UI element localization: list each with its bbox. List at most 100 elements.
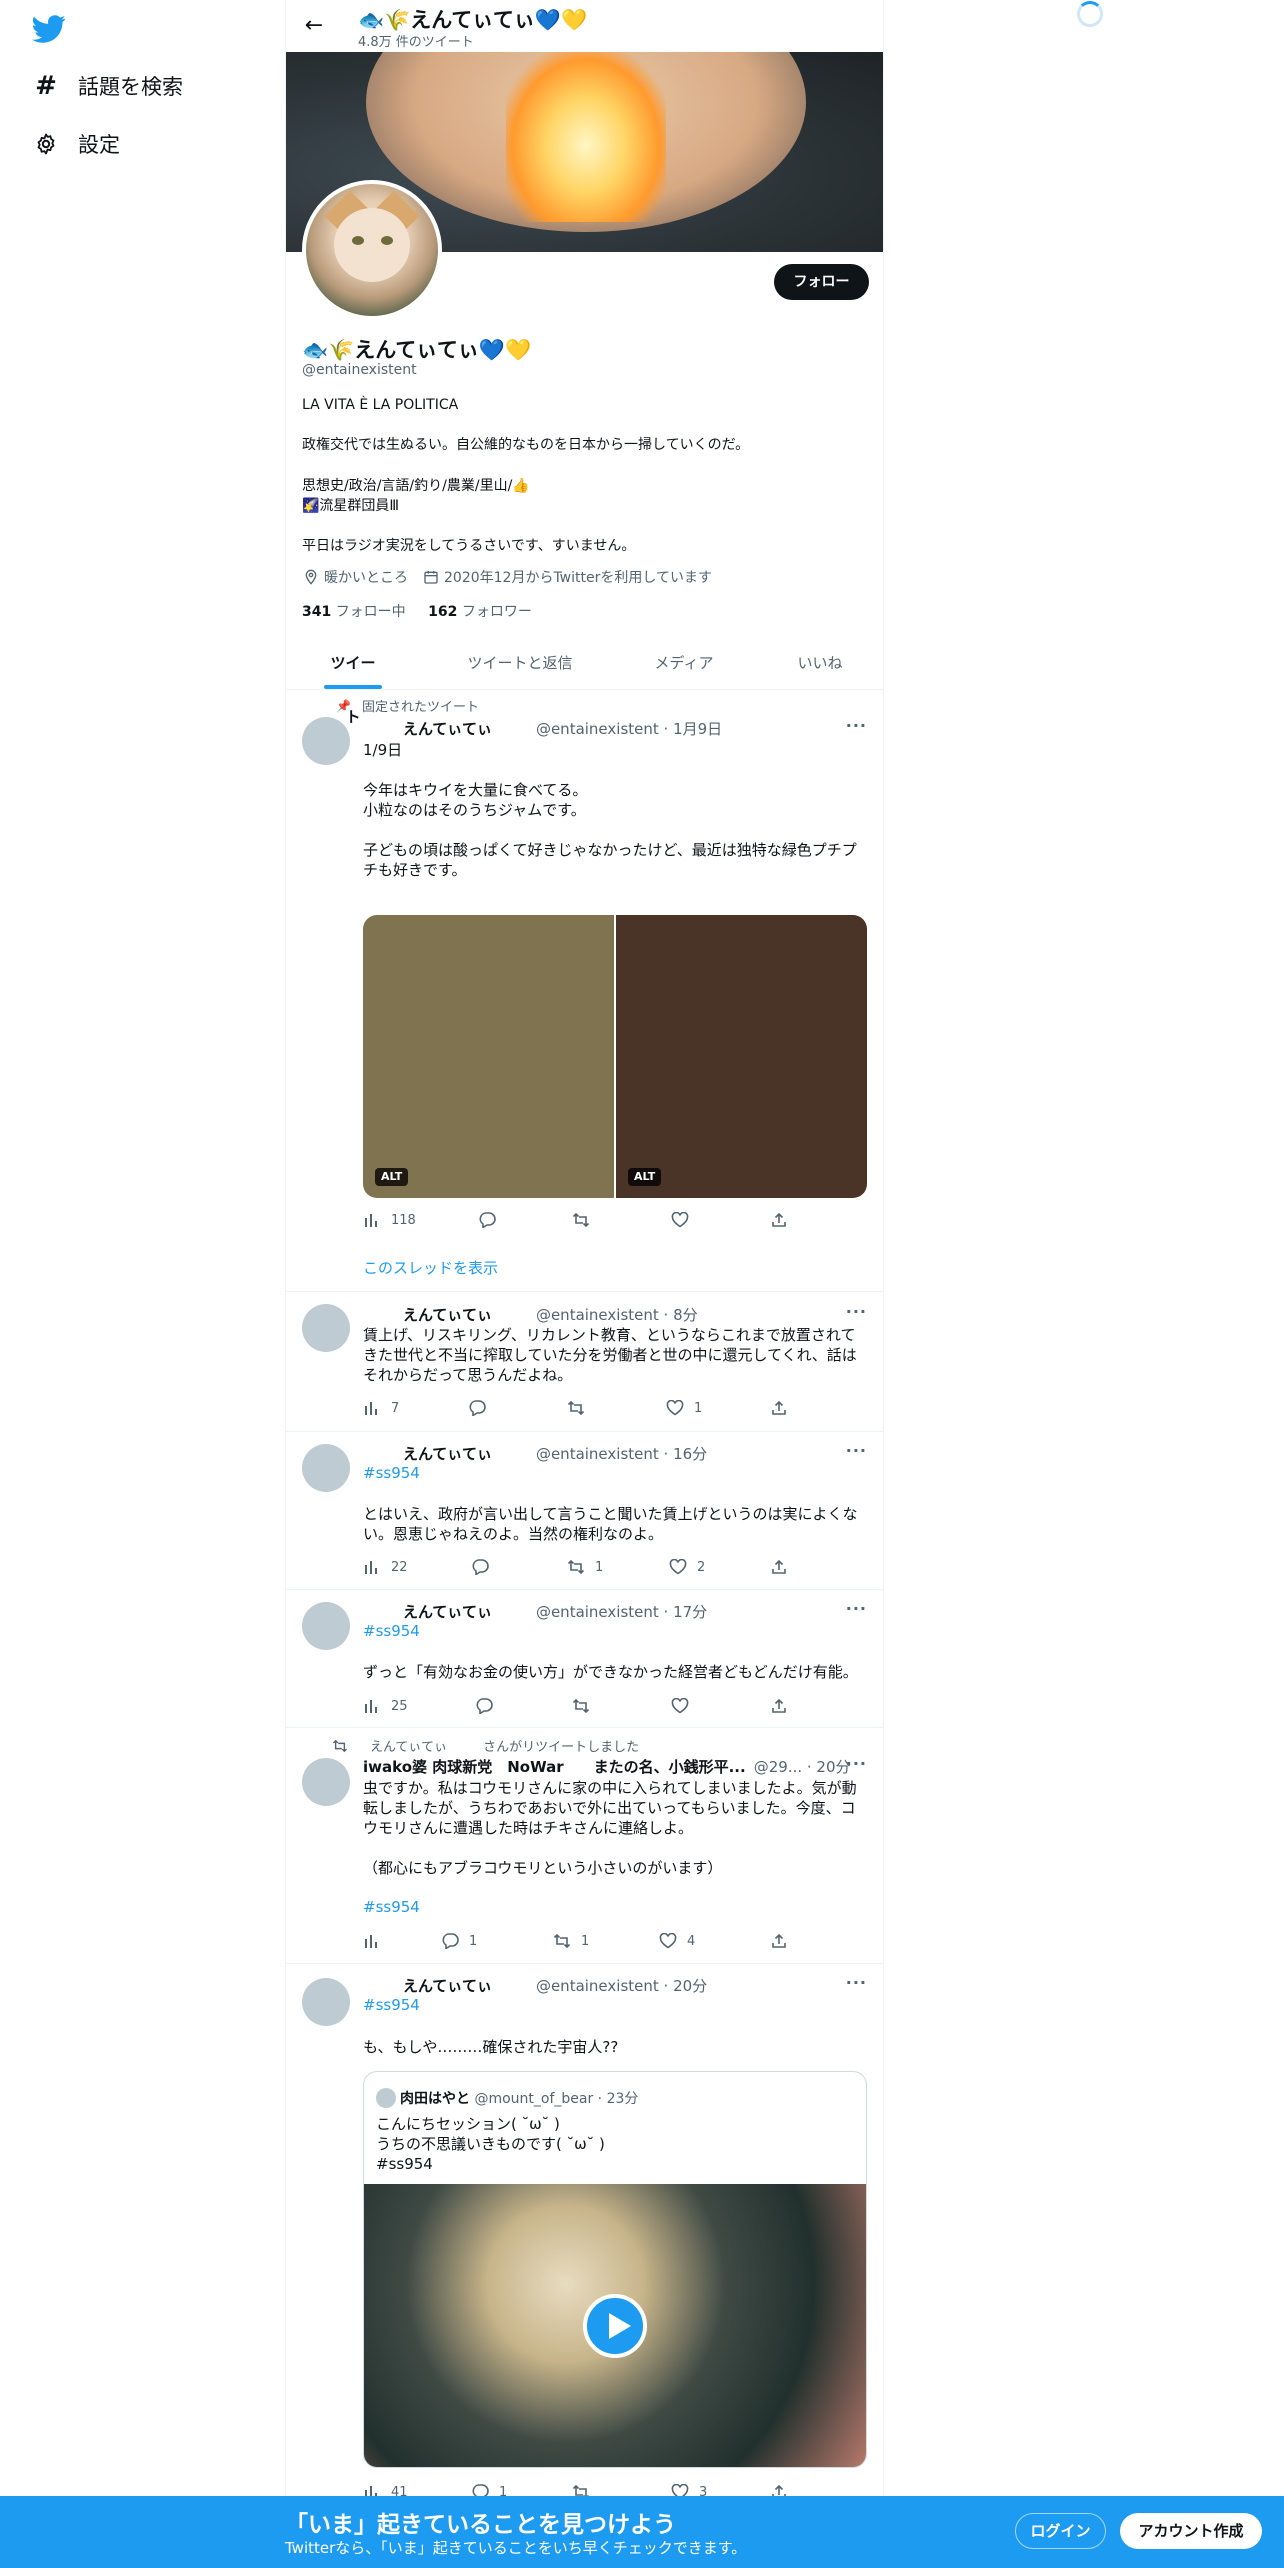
bio-line: 🌠流星群団員Ⅲ [302,498,400,514]
hashtag-link[interactable]: #ss954 [363,1996,420,2014]
like-action[interactable] [671,1696,699,1716]
show-thread-link[interactable]: このスレッドを表示 [363,1257,498,1278]
more-icon[interactable]: ··· [846,1973,867,1992]
retweet-action[interactable] [572,1210,600,1230]
quoted-tweet[interactable]: 肉田はやと @mount_of_bear · 23分 こんにちセッション( ˘ω… [363,2071,867,2468]
tweet[interactable]: えんてぃてぃ @entainexistent · 8分 ··· 賃上げ、リスキリ… [286,1292,883,1432]
tweet-text-line: 今年はキウイを大量に食べてる。 [363,781,588,799]
follow-stats: 341 フォロー中 162 フォロワー [302,601,532,621]
tweet-author[interactable]: iwako婆 肉球新党 NoWar またの名、小銭形平... [363,1756,746,1777]
tweet-image[interactable]: ALT [616,915,867,1198]
like-icon [659,1932,677,1950]
share-action[interactable] [770,1557,798,1577]
twitter-logo-icon[interactable] [32,12,66,46]
tweet-avatar[interactable] [302,1602,350,1650]
more-icon[interactable]: ··· [846,1599,867,1618]
tweet-text-line: も、もしや………確保された宇宙人?? [363,2038,619,2056]
views-action[interactable]: 25 [363,1696,408,1716]
tab-likes[interactable]: いいね [796,636,844,689]
retweeted-by[interactable]: えんてぃてぃ [370,1736,447,1755]
nav-explore[interactable]: # 話題を検索 [32,66,183,106]
tweet-image[interactable]: ALT [363,915,614,1198]
tweet-text-line: 賃上げ、リスキリング、リカレント教育、というならこれまで放置されて [363,1326,856,1344]
reply-action[interactable] [478,1210,506,1230]
tweet-header: えんてぃてぃ @entainexistent · 17分 [363,1601,707,1622]
bio-line: 平日はラジオ実況をしてうるさいです、すいません。 [302,538,636,554]
reply-action[interactable]: 1 [441,1931,477,1951]
reply-action[interactable] [475,1696,503,1716]
main-column: ← 🐟🌾えんてぃてぃ💙💛 4.8万 件のツイート フォロー 🐟🌾えんてぃてぃ💙💛… [285,0,884,2568]
more-icon[interactable]: ··· [846,1441,867,1460]
tweet-avatar[interactable] [302,717,350,765]
more-icon[interactable]: ··· [846,1302,867,1321]
tweet-text-line: ウモリさんに遭遇した時はチキさんに連絡しよ。 [363,1819,694,1837]
follow-button[interactable]: フォロー [774,264,869,300]
share-action[interactable] [770,1696,798,1716]
alt-badge[interactable]: ALT [375,1168,409,1186]
reply-icon [471,1558,489,1576]
tweet-retweeted[interactable]: えんてぃてぃ さんがリツイートしました iwako婆 肉球新党 NoWar また… [286,1728,883,1964]
more-icon[interactable]: ··· [846,716,867,735]
tab-tweets[interactable]: ツイート [324,636,382,726]
tweet[interactable]: えんてぃてぃ @entainexistent · 17分 ··· #ss954 … [286,1590,883,1728]
tweet-media-grid[interactable]: ALT ALT [363,915,867,1198]
hashtag-link[interactable]: #ss954 [363,1622,420,1640]
like-action[interactable] [671,1210,699,1230]
tweet-avatar[interactable] [302,1304,350,1352]
reply-action[interactable] [471,1557,499,1577]
views-action[interactable] [363,1931,391,1951]
tweet-author[interactable]: えんてぃてぃ [403,1601,492,1622]
share-action[interactable] [770,1398,798,1418]
views-action[interactable]: 118 [363,1210,416,1230]
signup-button[interactable]: アカウント作成 [1120,2513,1262,2549]
like-action[interactable]: 1 [666,1398,702,1418]
following-link[interactable]: 341 フォロー中 [302,604,406,620]
tweet-author[interactable]: えんてぃてぃ [403,1443,492,1464]
hashtag-link[interactable]: #ss954 [363,1898,420,1916]
play-icon[interactable] [583,2294,647,2358]
tweet-avatar[interactable] [302,1444,350,1492]
reply-icon [468,1399,486,1417]
tab-tweets-and-replies[interactable]: ツイートと返信 [464,636,576,689]
profile-avatar[interactable] [302,180,442,320]
like-action[interactable]: 4 [659,1931,695,1951]
profile-name: 🐟🌾えんてぃてぃ💙💛 [302,338,532,362]
like-action[interactable]: 2 [669,1557,705,1577]
retweet-icon [553,1932,571,1950]
profile-tabs: ツイート ツイートと返信 メディア いいね [286,636,883,726]
tweet-text-line: 虫ですか。私はコウモリさんに家の中に入られてしまいましたよ。気が動 [363,1779,857,1797]
retweet-icon [567,1399,585,1417]
tab-media[interactable]: メディア [652,636,716,689]
reply-icon [441,1932,459,1950]
tweet-avatar[interactable] [302,1978,350,2026]
hashtag-link[interactable]: #ss954 [363,1464,420,1482]
tweet-author[interactable]: えんてぃてぃ [403,1975,492,1996]
views-action[interactable]: 7 [363,1398,399,1418]
followers-link[interactable]: 162 フォロワー [428,604,532,620]
nav-settings[interactable]: 設定 [32,124,120,164]
tweet-text-line: ずっと「有効なお金の使い方」ができなかった経営者どもどんだけ有能。 [363,1663,858,1681]
reply-icon [478,1211,496,1229]
back-arrow-icon[interactable]: ← [300,12,328,40]
profile-location: 暖かいところ [324,570,408,586]
reply-action[interactable] [468,1398,496,1418]
signup-banner: 「いま」起きていることを見つけよう Twitterなら、「いま」起きていることを… [0,2496,1284,2568]
login-button[interactable]: ログイン [1015,2513,1106,2549]
more-icon[interactable]: ··· [846,1754,867,1773]
gear-icon [32,130,60,158]
retweet-action[interactable] [572,1696,600,1716]
alt-badge[interactable]: ALT [628,1168,662,1186]
retweet-action[interactable]: 1 [553,1931,589,1951]
tweet-author[interactable]: えんてぃてぃ [403,718,492,739]
tweet-actions: 25 [363,1696,793,1716]
tweet-meta: @entainexistent · 1月9日 [535,720,723,738]
tweet-author[interactable]: えんてぃてぃ [403,1304,492,1325]
share-action[interactable] [770,1210,798,1230]
views-action[interactable]: 22 [363,1557,408,1577]
views-icon [363,1399,381,1417]
tweet-avatar[interactable] [302,1758,350,1806]
share-action[interactable] [770,1931,798,1951]
retweet-action[interactable] [567,1398,595,1418]
tweet[interactable]: えんてぃてぃ @entainexistent · 16分 ··· #ss954 … [286,1432,883,1590]
retweet-action[interactable]: 1 [567,1557,603,1577]
